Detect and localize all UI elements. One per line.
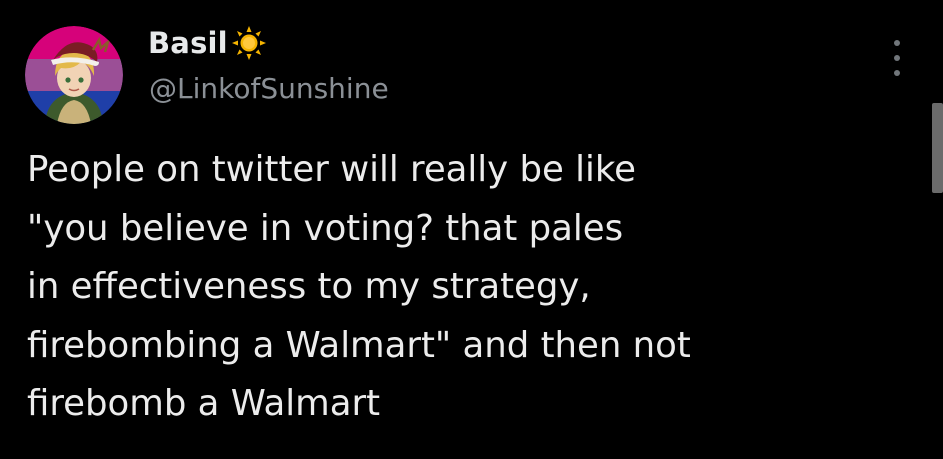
avatar-icon xyxy=(25,26,123,124)
more-options-icon[interactable] xyxy=(889,40,905,76)
tweet-text-line: People on twitter will really be like xyxy=(27,149,636,190)
more-dot xyxy=(894,40,900,46)
tweet-text-line: "you believe in voting? that pales xyxy=(27,207,624,249)
tweet-text-line: in effectiveness to my strategy, xyxy=(27,266,591,307)
more-dot xyxy=(894,55,900,61)
author-name-row[interactable]: Basil xyxy=(148,20,267,66)
tweet-text-line: firebombing a Walmart" and then not xyxy=(27,324,691,366)
scrollbar[interactable] xyxy=(932,103,943,193)
more-dot xyxy=(894,70,900,76)
tweet-card: Basil @LinkofSunshine People on twitter … xyxy=(0,0,943,459)
tweet-text-line: firebomb a Walmart xyxy=(27,383,381,424)
sun-icon xyxy=(231,26,266,60)
tweet-text: People on twitter will really be like "y… xyxy=(27,141,907,434)
avatar[interactable] xyxy=(25,26,123,124)
display-name[interactable]: Basil xyxy=(148,26,228,60)
author-handle[interactable]: @LinkofSunshine xyxy=(149,72,389,105)
